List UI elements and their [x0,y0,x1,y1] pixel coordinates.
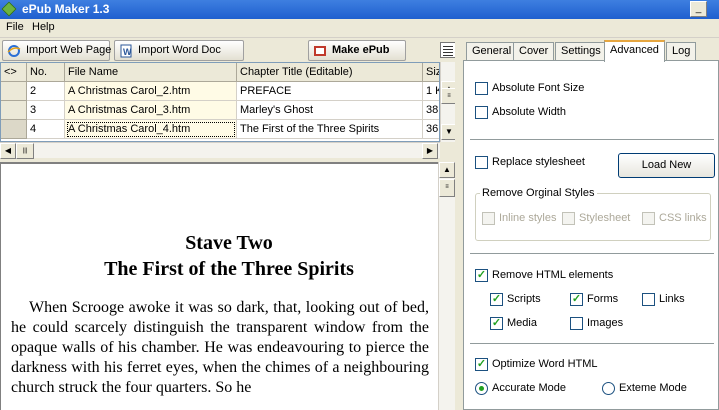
links-label: Links [659,293,685,305]
table-cell-title[interactable]: PREFACE [237,82,423,101]
table-cell-file[interactable]: A Christmas Carol_3.htm [65,101,237,120]
media-checkbox[interactable]: ✓ [490,317,503,330]
tab-general[interactable]: General [466,42,518,61]
make-epub-icon [313,44,327,58]
table-cell-no[interactable]: 4 [27,120,65,139]
replace-stylesheet-checkbox[interactable] [475,156,488,169]
grid-vertical-scrollbar[interactable]: ▲ ≡ ▼ [440,62,457,142]
media-label: Media [507,317,537,329]
chapter-body-text: When Scrooge awoke it was so dark, that,… [11,299,429,396]
remove-html-label: Remove HTML elements [492,269,614,281]
grid-horizontal-scrollbar[interactable]: ◀ ||| ▶ [0,142,440,159]
import-web-page-label: Import Web Page [26,44,112,56]
chapter-subheading: The First of the Three Spirits [104,258,354,280]
table-cell-file[interactable]: A Christmas Carol_2.htm [65,82,237,101]
tab-advanced[interactable]: Advanced [604,40,665,62]
menu-bar: File Help [0,19,719,38]
inline-styles-label: Inline styles [499,212,557,224]
table-cell-file-selected[interactable]: A Christmas Carol_4.htm [65,120,237,139]
make-epub-button[interactable]: Make ePub [308,40,406,61]
table-cell-no[interactable]: 3 [27,101,65,120]
accurate-mode-radio[interactable] [475,382,488,395]
absolute-width-label: Absolute Width [492,106,566,118]
remove-html-checkbox[interactable]: ✓ [475,269,488,282]
chapter-preview[interactable]: Stave Two The First of the Three Spirits… [0,162,438,410]
column-header-size[interactable]: Size [423,63,439,82]
remove-styles-legend: Remove Orginal Styles [480,187,597,199]
row-selector[interactable] [1,82,27,101]
table-cell-size[interactable]: 36 [423,120,439,139]
table-cell-size[interactable]: 38 [423,101,439,120]
window-title: ePub Maker 1.3 [22,2,110,16]
toolbar: Import Web Page W Import Word Doc Make e… [0,38,460,62]
scroll-left-arrow-icon[interactable]: ◀ [0,143,16,159]
absolute-width-checkbox[interactable] [475,106,488,119]
scroll-thumb[interactable]: ||| [16,143,34,159]
load-new-button[interactable]: Load New [618,153,715,178]
column-header-no[interactable]: No. [27,63,65,82]
tab-log[interactable]: Log [666,42,697,61]
accurate-mode-label: Accurate Mode [492,382,566,394]
svg-text:W: W [123,47,132,57]
column-header-file-name[interactable]: File Name [65,63,237,82]
menu-help[interactable]: Help [28,21,59,33]
scripts-label: Scripts [507,293,541,305]
images-checkbox[interactable] [570,317,583,330]
divider [470,139,714,141]
word-doc-icon: W [119,44,133,58]
settings-tabs: General Cover Settings Advanced Log [463,40,719,62]
forms-checkbox[interactable]: ✓ [570,293,583,306]
table-cell-no[interactable]: 2 [27,82,65,101]
import-word-doc-label: Import Word Doc [138,44,221,56]
import-word-doc-button[interactable]: W Import Word Doc [114,40,244,61]
chapter-heading: Stave Two [185,232,273,254]
import-web-page-button[interactable]: Import Web Page [2,40,112,61]
column-header-chapter-title[interactable]: Chapter Title (Editable) [237,63,423,82]
scroll-thumb[interactable]: ≡ [439,179,455,197]
make-epub-label: Make ePub [332,44,390,56]
divider [470,343,714,345]
tab-settings[interactable]: Settings [555,42,607,61]
extreme-mode-radio[interactable] [602,382,615,395]
preview-vertical-scrollbar[interactable]: ▲ ≡ [438,162,455,410]
table-cell-size[interactable]: 1 K [423,82,439,101]
title-bar: ePub Maker 1.3 _ [0,0,719,19]
css-links-label: CSS links [659,212,707,224]
stylesheet-checkbox[interactable] [562,212,575,225]
tab-cover[interactable]: Cover [513,42,555,61]
menu-file[interactable]: File [2,21,28,33]
forms-label: Forms [587,293,619,305]
chapter-grid: <> No. File Name Chapter Title (Editable… [0,62,440,142]
scroll-up-arrow-icon[interactable]: ▲ [439,162,455,178]
table-cell-title[interactable]: The First of the Three Spirits [237,120,423,139]
table-cell-title[interactable]: Marley's Ghost [237,101,423,120]
extreme-mode-label: Exteme Mode [619,382,687,394]
scroll-right-arrow-icon[interactable]: ▶ [422,143,438,159]
links-checkbox[interactable] [642,293,655,306]
optimize-word-label: Optimize Word HTML [492,358,598,370]
stylesheet-label: Stylesheet [579,212,631,224]
minimize-button[interactable]: _ [690,1,707,17]
row-selector[interactable] [1,101,27,120]
images-label: Images [587,317,624,329]
row-selector-selected[interactable] [1,120,27,139]
css-links-checkbox[interactable] [642,212,655,225]
pane-splitter[interactable] [455,38,463,410]
inline-styles-checkbox[interactable] [482,212,495,225]
absolute-font-size-checkbox[interactable] [475,82,488,95]
internet-explorer-icon [7,44,21,58]
optimize-word-checkbox[interactable]: ✓ [475,358,488,371]
toc-view-button[interactable] [440,42,456,58]
divider [470,253,714,255]
app-icon [1,1,17,17]
absolute-font-size-label: Absolute Font Size [492,82,585,94]
scripts-checkbox[interactable]: ✓ [490,293,503,306]
column-header-order[interactable]: <> [1,63,27,82]
replace-stylesheet-label: Replace stylesheet [492,156,585,168]
